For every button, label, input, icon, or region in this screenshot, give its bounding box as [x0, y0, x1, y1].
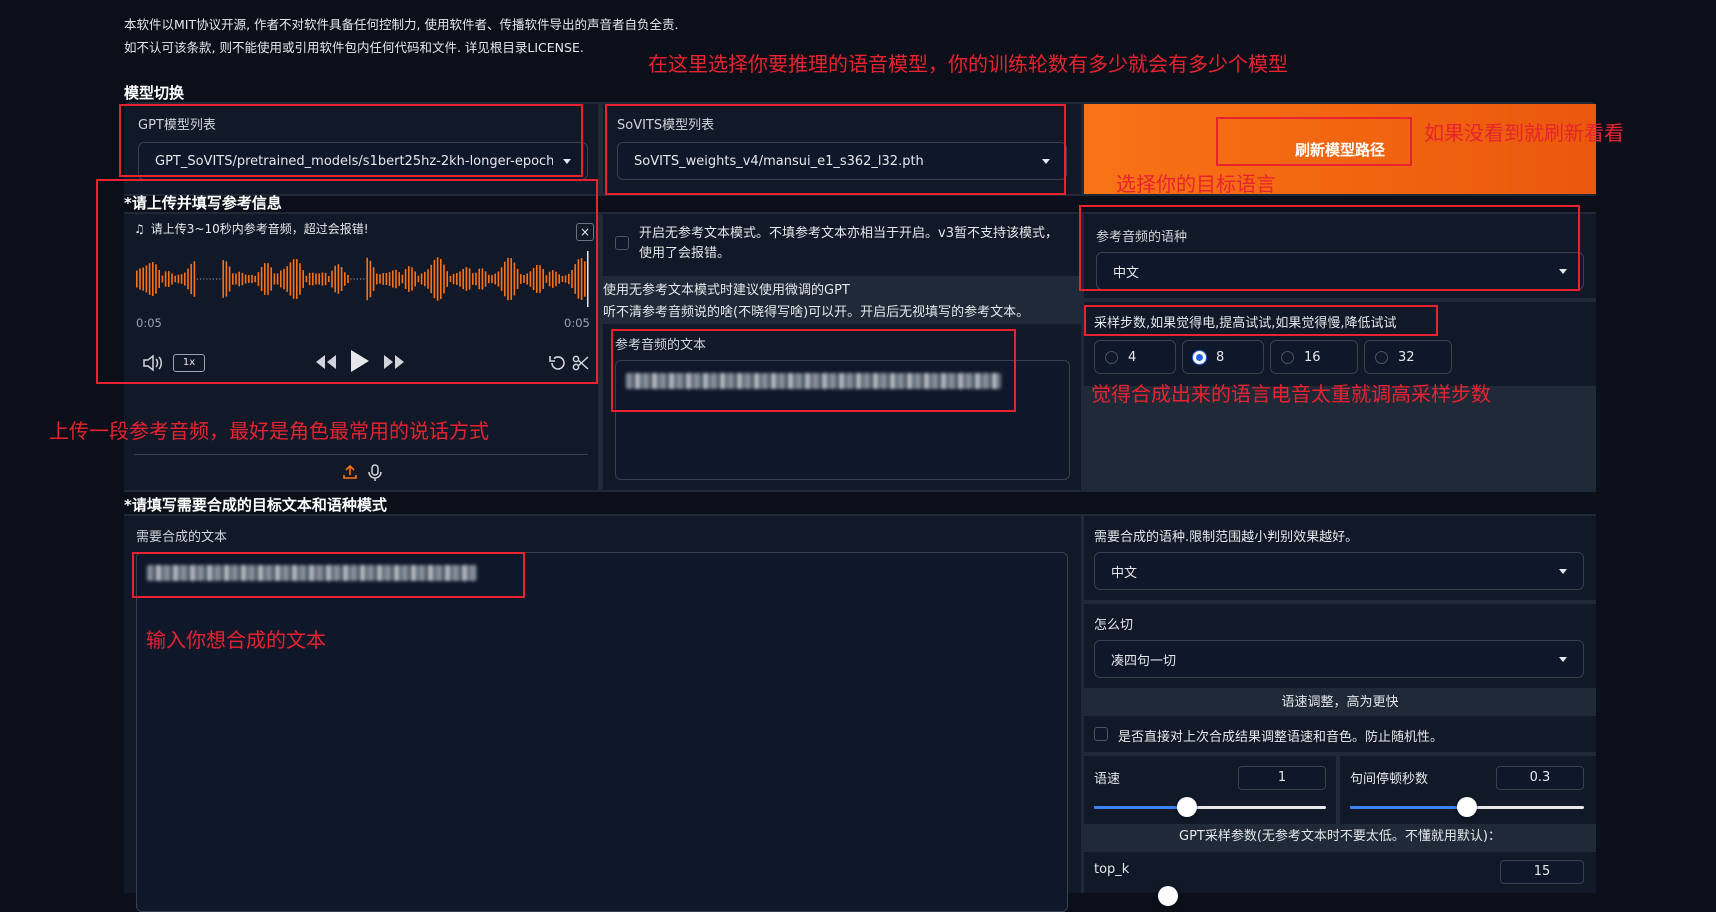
annotation-box-ref-text — [611, 329, 1016, 412]
pause-label: 句间停顿秒数 — [1350, 772, 1429, 787]
steps-option-16[interactable]: 16 — [1270, 340, 1358, 374]
speed-number-input[interactable]: 1 — [1238, 766, 1326, 790]
pause-number-input[interactable]: 0.3 — [1496, 766, 1584, 790]
steps-option-label: 16 — [1304, 349, 1321, 365]
topk-number-input[interactable]: 15 — [1500, 860, 1584, 884]
annotation-box-target-text — [132, 552, 525, 598]
cut-method-label: 怎么切 — [1094, 618, 1134, 633]
annotation-box-steps — [1084, 305, 1438, 336]
gpt-params-header: GPT采样参数(无参考文本时不要太低。不懂就用默认)： — [1179, 829, 1501, 844]
annotation-model-note: 在这里选择你要推理的语音模型，你的训练轮数有多少就会有多少个模型 — [648, 52, 1288, 76]
target-text-input[interactable] — [136, 552, 1068, 912]
annotation-steps-note: 觉得合成出来的语言电音太重就调高采样步数 — [1091, 382, 1491, 406]
speed-adjust-header: 语速调整，高为更快 — [1281, 695, 1399, 710]
microphone-icon[interactable] — [367, 464, 383, 481]
target-section-title: *请填写需要合成的目标文本和语种模式 — [124, 496, 387, 514]
steps-option-label: 4 — [1128, 349, 1137, 365]
speed-checkbox-block: 是否直接对上次合成结果调整语速和音色。防止随机性。 — [1084, 716, 1596, 752]
annotation-refresh-note: 如果没看到就刷新看看 — [1424, 121, 1624, 145]
chevron-down-icon — [1559, 656, 1567, 662]
sampling-steps-radio-group: 4 8 16 32 — [1094, 340, 1452, 374]
no-ref-mode-block: 开启无参考文本模式。不填参考文本亦相当于开启。v3暂不支持该模式，使用了会报错。 — [603, 214, 1081, 276]
target-lang-block: 需要合成的语种.限制范围越小判别效果越好。 中文 — [1084, 516, 1596, 600]
upload-icon[interactable] — [342, 464, 358, 480]
annotation-box-gpt-model — [119, 104, 583, 177]
chevron-down-icon — [1559, 568, 1567, 574]
steps-option-label: 8 — [1216, 349, 1225, 365]
steps-option-4[interactable]: 4 — [1094, 340, 1176, 374]
cut-method-block: 怎么切 凑四句一切 — [1084, 604, 1596, 688]
annotation-box-audio — [96, 179, 598, 384]
speed-slider-thumb[interactable] — [1177, 797, 1197, 817]
cut-method-value: 凑四句一切 — [1111, 653, 1177, 669]
cut-method-dropdown[interactable]: 凑四句一切 — [1094, 640, 1584, 678]
topk-block: top_k 15 — [1084, 852, 1596, 906]
no-ref-mode-label: 开启无参考文本模式。不填参考文本亦相当于开启。v3暂不支持该模式，使用了会报错。 — [639, 226, 1058, 261]
speed-slider-block: 语速 1 — [1084, 756, 1336, 824]
annotation-upload-note: 上传一段参考音频，最好是角色最常用的说话方式 — [49, 419, 489, 443]
pause-slider-thumb[interactable] — [1457, 797, 1477, 817]
steps-option-label: 32 — [1398, 349, 1415, 365]
target-text-label: 需要合成的文本 — [136, 530, 228, 545]
model-section-title: 模型切换 — [124, 84, 185, 102]
annotation-lang-note: 选择你的目标语言 — [1116, 172, 1276, 196]
divider — [134, 454, 588, 455]
topk-slider-thumb[interactable] — [1158, 886, 1178, 906]
reuse-last-result-checkbox[interactable] — [1094, 727, 1108, 741]
annotation-box-sovits-model — [605, 104, 1066, 195]
license-notice-line2: 如不认可该条款, 则不能使用或引用软件包内任何代码和文件. 详见根目录LICEN… — [124, 40, 584, 55]
annotation-box-ref-lang — [1079, 205, 1580, 291]
target-lang-value: 中文 — [1111, 565, 1138, 581]
annotation-input-note: 输入你想合成的文本 — [146, 628, 326, 652]
no-ref-hint-2: 听不清参考音频说的啥(不晓得写啥)可以开。开启后无视填写的参考文本。 — [603, 305, 1030, 320]
steps-option-8[interactable]: 8 — [1182, 340, 1264, 374]
steps-option-32[interactable]: 32 — [1364, 340, 1452, 374]
no-ref-mode-checkbox[interactable] — [615, 236, 629, 250]
topk-label: top_k — [1094, 862, 1130, 877]
radio-dot — [1375, 350, 1388, 364]
speed-slider-fill — [1094, 806, 1187, 809]
license-notice-line1: 本软件以MIT协议开源, 作者不对软件具备任何控制力, 使用软件者、传播软件导出… — [124, 17, 679, 32]
radio-dot — [1281, 350, 1294, 364]
speed-label: 语速 — [1094, 772, 1121, 787]
no-ref-hint-1: 使用无参考文本模式时建议使用微调的GPT — [603, 283, 850, 298]
target-lang-label: 需要合成的语种.限制范围越小判别效果越好。 — [1094, 530, 1359, 545]
target-lang-dropdown[interactable]: 中文 — [1094, 552, 1584, 590]
pause-slider-block: 句间停顿秒数 0.3 — [1340, 756, 1596, 824]
radio-dot — [1105, 350, 1118, 364]
reuse-last-result-label: 是否直接对上次合成结果调整语速和音色。防止随机性。 — [1118, 730, 1444, 745]
radio-dot — [1193, 350, 1206, 364]
pause-slider-fill — [1350, 806, 1467, 809]
annotation-box-refresh — [1216, 117, 1412, 166]
